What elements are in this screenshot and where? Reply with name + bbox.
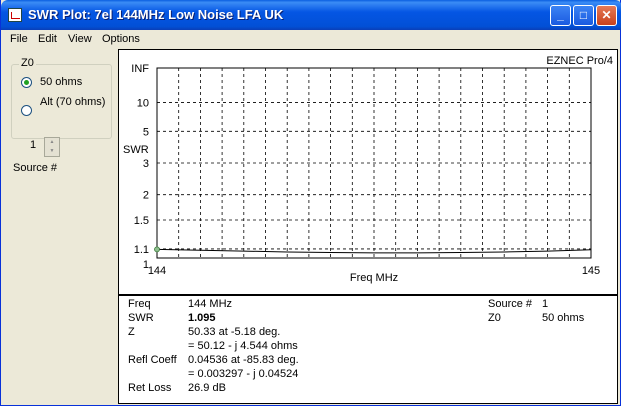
maximize-button[interactable]: □ (573, 5, 594, 26)
spin-down-icon[interactable]: ▼ (45, 147, 59, 156)
eznec-watermark: EZNEC Pro/4 (546, 55, 613, 67)
app-icon[interactable] (8, 8, 22, 22)
z0-group-label: Z0 (19, 57, 36, 69)
source-number-value[interactable]: 1 (30, 139, 36, 151)
ret-loss-value: 26.9 dB (188, 382, 226, 394)
refl-coeff-label: Refl Coeff (128, 354, 177, 366)
y-tick-label: 10 (137, 98, 149, 110)
window-title: SWR Plot: 7el 144MHz Low Noise LFA UK (28, 7, 284, 22)
swr-marker (154, 246, 160, 253)
x-tick-label: 144 (148, 265, 166, 277)
z-rect-value: = 50.12 - j 4.544 ohms (188, 340, 298, 352)
info-z0-value: 50 ohms (542, 312, 585, 324)
x-axis-label: Freq MHz (350, 272, 398, 284)
y-tick-label: 3 (143, 158, 149, 170)
z0-alt-label[interactable]: Alt (70 ohms) (40, 96, 106, 109)
menu-file[interactable]: File (10, 33, 28, 45)
y-axis-label: SWR (123, 144, 149, 156)
swr-label: SWR (128, 312, 154, 324)
freq-label: Freq (128, 298, 151, 310)
swr-value: 1.095 (188, 312, 216, 324)
swr-plot-area: INF 10 5 3 2 1.5 1.1 1 144 145 EZNEC Pro/4 SWR Fr… (118, 49, 618, 295)
swr-chart: INF105321.51.11144 145 EZNEC Pro/4 SWR Fr… (123, 55, 613, 284)
z0-groupbox: Z0 50 ohms Alt (70 ohms) (11, 57, 112, 139)
menu-view[interactable]: View (68, 33, 92, 45)
y-tick-label: INF (131, 63, 149, 75)
menu-edit[interactable]: Edit (38, 33, 57, 45)
refl-polar-value: 0.04536 at -85.83 deg. (188, 354, 299, 366)
title-bar[interactable]: SWR Plot: 7el 144MHz Low Noise LFA UK _ … (1, 0, 621, 30)
y-tick-label: 1.5 (134, 215, 149, 227)
source-spinner[interactable]: ▲ ▼ (44, 137, 60, 157)
side-panel: Z0 50 ohms Alt (70 ohms) 1 ▲ ▼ Source # (1, 49, 118, 406)
menu-bar: File Edit View Options (1, 30, 620, 49)
y-tick-label: 2 (143, 190, 149, 202)
info-z0-label: Z0 (488, 312, 501, 324)
spin-up-icon[interactable]: ▲ (45, 138, 59, 147)
info-source-value: 1 (542, 298, 549, 310)
z-polar-value: 50.33 at -5.18 deg. (188, 326, 281, 338)
swr-plot-window: SWR Plot: 7el 144MHz Low Noise LFA UK _ … (0, 0, 621, 406)
freq-value: 144 MHz (188, 298, 233, 310)
refl-rect-value: = 0.003297 - j 0.04524 (188, 368, 299, 380)
y-tick-label: 1.1 (134, 244, 149, 256)
z0-50-radio[interactable] (21, 77, 32, 88)
close-button[interactable]: ✕ (596, 5, 617, 26)
z0-50-label[interactable]: 50 ohms (40, 76, 82, 89)
y-tick-label: 5 (143, 126, 149, 138)
info-panel: Freq 144 MHz SWR 1.095 Z 50.33 at -5.18 … (118, 294, 618, 404)
info-source-label: Source # (488, 298, 533, 310)
x-tick-label: 145 (582, 265, 600, 277)
ret-loss-label: Ret Loss (128, 382, 172, 394)
minimize-button[interactable]: _ (550, 5, 571, 26)
z0-alt-radio[interactable] (21, 105, 32, 116)
menu-options[interactable]: Options (102, 33, 140, 45)
source-label: Source # (13, 162, 58, 174)
z-label: Z (128, 326, 135, 338)
